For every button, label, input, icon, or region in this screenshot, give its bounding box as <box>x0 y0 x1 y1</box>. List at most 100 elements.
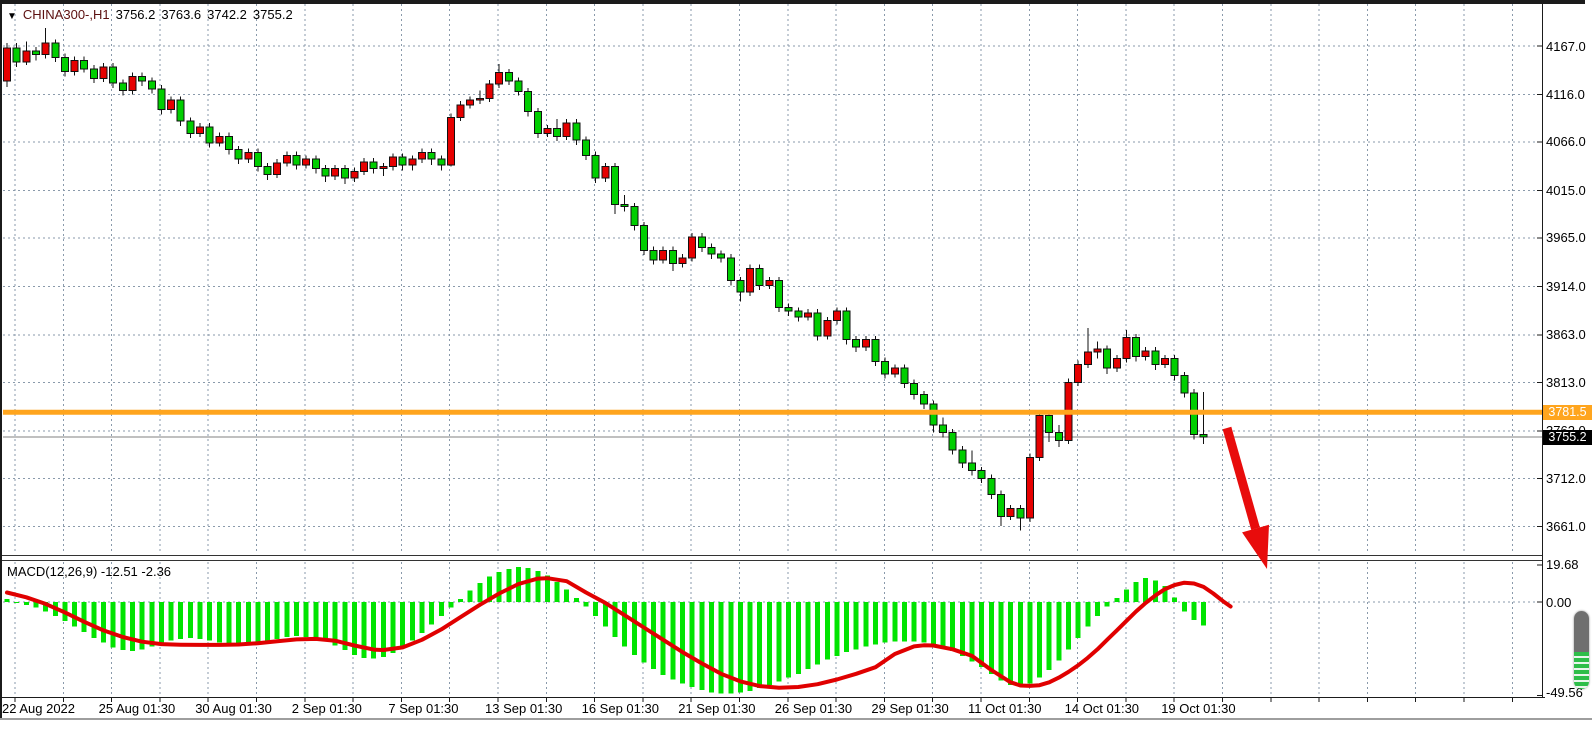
time-axis-label: 19 Oct 01:30 <box>1161 701 1235 716</box>
candle-down <box>554 129 561 137</box>
macd-bar <box>526 568 531 602</box>
candle-down <box>920 395 927 405</box>
time-axis-label: 21 Sep 01:30 <box>678 701 755 716</box>
macd-bar <box>950 602 955 651</box>
time-axis-label: 16 Sep 01:30 <box>582 701 659 716</box>
candle-up <box>447 117 454 165</box>
candle-down <box>438 159 445 165</box>
candle-up <box>1094 349 1101 352</box>
candle-down <box>969 463 976 471</box>
macd-bar <box>622 602 627 646</box>
price-axis-label: 4015.0 <box>1546 183 1586 198</box>
candle-up <box>602 167 609 178</box>
ohlc-open: 3756.2 <box>116 7 156 22</box>
macd-bar <box>1076 602 1081 638</box>
candle-down <box>370 162 377 169</box>
time-axis-label: 7 Sep 01:30 <box>388 701 458 716</box>
candle-up <box>409 159 416 165</box>
candle-down <box>1171 359 1178 376</box>
candle-down <box>1017 509 1024 519</box>
macd-bar <box>805 602 810 669</box>
macd-bar <box>468 591 473 602</box>
macd-bar <box>1008 602 1013 685</box>
candle-up <box>833 311 840 321</box>
macd-bar <box>1018 602 1023 687</box>
candle-down <box>428 152 435 159</box>
macd-bar <box>236 602 241 645</box>
macd-bar <box>439 602 444 616</box>
macd-bar <box>284 602 289 637</box>
main-chart-plot-area[interactable] <box>3 4 1542 554</box>
candle-down <box>669 250 676 263</box>
scroll-indicator-pill[interactable] <box>1574 611 1589 689</box>
macd-bar <box>82 602 87 632</box>
macd-bar <box>979 602 984 667</box>
macd-bar <box>323 602 328 642</box>
macd-bar <box>883 602 888 643</box>
macd-bar <box>275 602 280 639</box>
candle-down <box>949 433 956 450</box>
candle-up <box>100 67 107 78</box>
chart-canvas[interactable] <box>0 0 1592 730</box>
candle-down <box>534 112 541 134</box>
macd-axis-label: 19.68 <box>1546 557 1579 572</box>
macd-bar <box>767 602 772 685</box>
candle-up <box>361 162 368 172</box>
candle-down <box>225 136 232 149</box>
macd-bar <box>1056 602 1061 661</box>
candle-down <box>148 81 155 89</box>
candle-down <box>727 258 734 281</box>
candle-down <box>718 254 725 258</box>
candle-up <box>216 136 223 143</box>
price-axis-label: 3661.0 <box>1546 519 1586 534</box>
macd-bar <box>699 602 704 690</box>
candle-down <box>978 471 985 479</box>
macd-bar <box>217 602 222 643</box>
time-axis-label: 22 Aug 2022 <box>2 701 75 716</box>
candle-up <box>351 171 358 178</box>
macd-bar <box>410 602 415 641</box>
candle-down <box>592 155 599 178</box>
candle-up <box>679 258 686 264</box>
candle-up <box>1162 359 1169 365</box>
candle-down <box>698 237 705 247</box>
collapse-triangle-icon[interactable]: ▼ <box>7 11 17 22</box>
candle-up <box>4 48 11 81</box>
macd-bar <box>632 602 637 655</box>
macd-bar <box>748 602 753 691</box>
macd-bar <box>178 602 183 639</box>
candle-up <box>418 152 425 159</box>
candle-up <box>804 313 811 317</box>
candle-up <box>42 43 49 54</box>
candle-down <box>631 207 638 226</box>
macd-bar <box>555 582 560 602</box>
macd-bar <box>14 602 19 603</box>
macd-bar <box>159 602 164 644</box>
ohlc-high: 3763.6 <box>161 7 201 22</box>
macd-bar <box>931 602 936 645</box>
macd-bar <box>111 602 116 647</box>
candle-down <box>293 155 300 165</box>
macd-bar <box>255 602 260 643</box>
macd-bar <box>902 602 907 641</box>
window-left-border <box>0 0 2 720</box>
macd-bar <box>1095 602 1100 616</box>
candle-down <box>52 43 59 57</box>
macd-bar <box>844 602 849 652</box>
candle-down <box>254 152 261 166</box>
time-axis-label: 2 Sep 01:30 <box>292 701 362 716</box>
macd-bar <box>1027 602 1032 683</box>
candle-down <box>206 127 213 143</box>
candle-down <box>940 425 947 433</box>
macd-bar <box>419 602 424 633</box>
candle-down <box>901 368 908 383</box>
macd-bar <box>834 602 839 656</box>
window-bottom-edge <box>0 718 1592 720</box>
macd-bar <box>584 602 589 607</box>
macd-bar <box>960 602 965 656</box>
candle-down <box>583 140 590 155</box>
macd-plot-area[interactable] <box>3 562 1542 697</box>
candle-down <box>158 89 165 110</box>
macd-bar <box>825 602 830 660</box>
candle-up <box>1123 338 1130 359</box>
